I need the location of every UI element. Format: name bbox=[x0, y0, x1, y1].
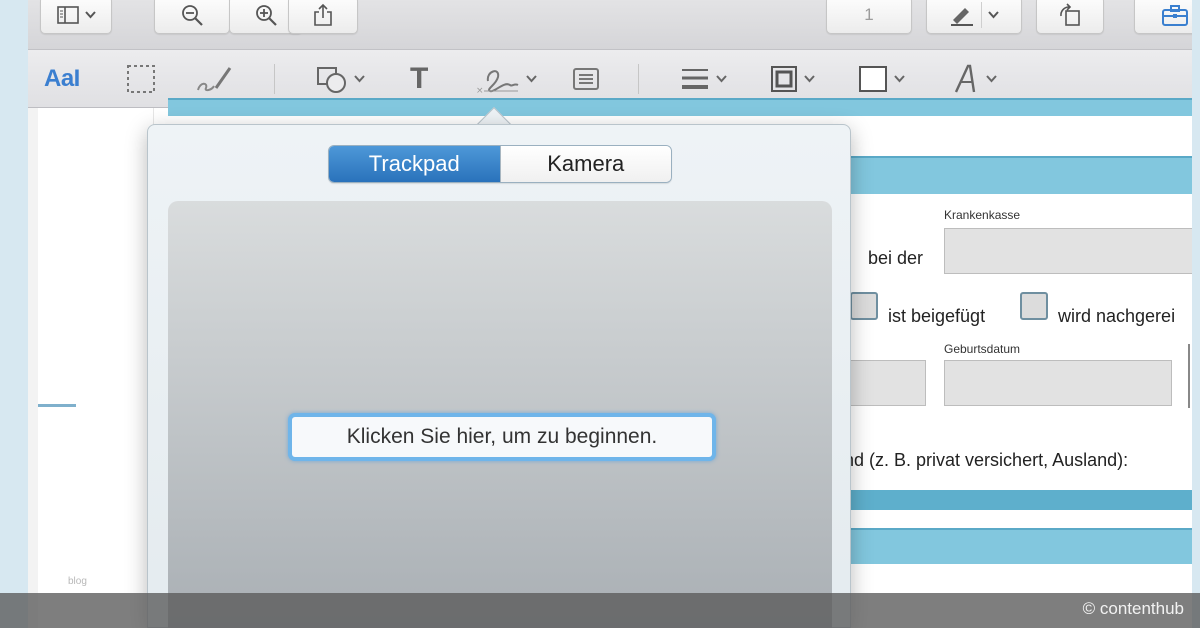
tab-trackpad[interactable]: Trackpad bbox=[329, 146, 500, 182]
checkbox-wird-nachgereicht[interactable] bbox=[1020, 292, 1048, 320]
markup-toggle-button[interactable] bbox=[926, 0, 1022, 34]
rotate-icon bbox=[1060, 3, 1080, 26]
label-bei-der: bei der bbox=[868, 248, 924, 268]
sidebar-icon bbox=[56, 6, 79, 24]
dashed-selection-icon bbox=[127, 65, 155, 93]
line-style-icon bbox=[682, 69, 708, 89]
geburtsdatum-field[interactable] bbox=[944, 360, 1172, 406]
label-ist-beigefuegt: ist beigefügt bbox=[888, 306, 986, 326]
signature-icon: × bbox=[476, 70, 519, 95]
checkbox-ist-beigefuegt[interactable] bbox=[850, 292, 878, 320]
label-grund: rund (z. B. privat versichert, Ausland): bbox=[828, 450, 1129, 470]
font-tool[interactable] bbox=[952, 62, 997, 96]
signature-popover: Trackpad Kamera Klicken Sie hier, um zu … bbox=[147, 124, 851, 628]
chevron-down-icon bbox=[804, 75, 815, 83]
note-tool[interactable] bbox=[572, 62, 600, 96]
font-style-icon bbox=[954, 64, 976, 93]
rectangular-selection-tool[interactable] bbox=[126, 62, 156, 96]
svg-text:×: × bbox=[476, 86, 484, 95]
click-to-begin-button[interactable]: Klicken Sie hier, um zu beginnen. bbox=[288, 413, 716, 461]
zoom-out-button[interactable] bbox=[154, 0, 230, 34]
page-number: 1 bbox=[864, 5, 874, 24]
signature-source-control: Trackpad Kamera bbox=[328, 145, 672, 183]
fill-color-icon bbox=[859, 66, 887, 92]
signature-tool[interactable]: × bbox=[476, 62, 537, 96]
blog-watermark: blog bbox=[68, 576, 87, 587]
chevron-down-icon bbox=[716, 75, 727, 83]
krankenkasse-field[interactable] bbox=[944, 228, 1192, 274]
pen-icon bbox=[951, 8, 973, 26]
sidebar-toggle-button[interactable] bbox=[40, 0, 112, 34]
chevron-down-icon bbox=[894, 75, 905, 83]
label-krankenkasse: Krankenkasse bbox=[944, 208, 1021, 222]
text-tool[interactable]: T bbox=[410, 62, 428, 96]
share-icon bbox=[314, 3, 332, 26]
toolbar-separator bbox=[274, 64, 275, 94]
chevron-down-icon bbox=[84, 11, 96, 19]
toolbox-button[interactable] bbox=[1134, 0, 1192, 34]
rotate-button[interactable] bbox=[1036, 0, 1104, 34]
share-button[interactable] bbox=[288, 0, 358, 34]
chevron-down-icon bbox=[354, 75, 365, 83]
form-section-band bbox=[168, 98, 1192, 116]
trackpad-drawing-area[interactable]: Klicken Sie hier, um zu beginnen. bbox=[168, 201, 832, 628]
note-icon bbox=[573, 68, 599, 90]
main-toolbar: 1 bbox=[28, 0, 1192, 50]
label-geburtsdatum: Geburtsdatum bbox=[944, 342, 1021, 356]
chevron-down-icon bbox=[526, 75, 537, 83]
toolbox-icon bbox=[1162, 5, 1188, 26]
tab-kamera[interactable]: Kamera bbox=[499, 146, 671, 182]
text-style-label: AaI bbox=[44, 65, 80, 92]
shapes-icon bbox=[317, 67, 346, 93]
toolbar-separator bbox=[638, 64, 639, 94]
chevron-down-icon bbox=[988, 11, 999, 19]
sidebar-marker bbox=[38, 404, 76, 407]
border-color-tool[interactable] bbox=[770, 62, 815, 96]
shapes-tool[interactable] bbox=[316, 62, 365, 96]
text-style-tool[interactable]: AaI bbox=[44, 62, 80, 96]
fill-color-tool[interactable] bbox=[858, 62, 905, 96]
label-wird-nachgereicht: wird nachgerei bbox=[1058, 306, 1176, 326]
chevron-down-icon bbox=[986, 75, 997, 83]
sidebar-pane bbox=[38, 108, 154, 628]
credit-text: © contenthub bbox=[1082, 599, 1184, 618]
zoom-in-icon bbox=[256, 5, 277, 26]
border-color-icon bbox=[771, 66, 797, 92]
text-tool-icon: T bbox=[410, 62, 429, 95]
zoom-out-icon bbox=[182, 5, 203, 26]
name-field[interactable] bbox=[838, 360, 926, 406]
credit-bar: © contenthub bbox=[0, 593, 1200, 628]
field-edge bbox=[1188, 344, 1190, 408]
page-number-field[interactable]: 1 bbox=[826, 0, 912, 34]
sketch-tool[interactable] bbox=[194, 62, 234, 96]
line-style-tool[interactable] bbox=[680, 62, 727, 96]
button-separator bbox=[981, 2, 982, 28]
sketch-icon bbox=[197, 67, 232, 92]
